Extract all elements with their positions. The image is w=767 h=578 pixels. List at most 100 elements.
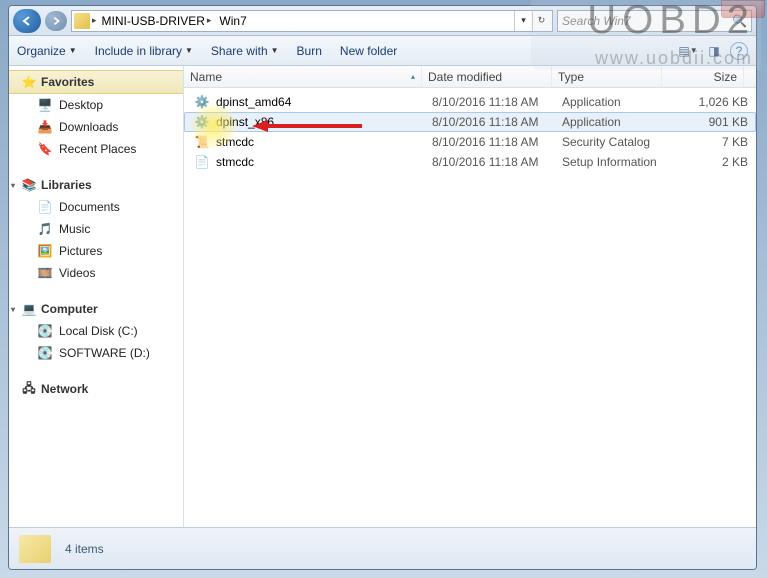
nav-recent-places[interactable]: 🔖 Recent Places: [9, 138, 183, 160]
nav-label: Computer: [41, 302, 98, 316]
column-name[interactable]: Name ▴: [184, 66, 422, 87]
file-row[interactable]: ⚙️ dpinst_x868/10/2016 11:18 AMApplicatio…: [184, 112, 756, 132]
organize-menu[interactable]: Organize ▼: [17, 44, 77, 58]
file-type: Application: [562, 115, 672, 129]
command-toolbar: Organize ▼ Include in library ▼ Share wi…: [9, 36, 756, 66]
help-button[interactable]: ?: [730, 42, 748, 60]
status-bar: 4 items: [9, 527, 756, 569]
breadcrumb-seg[interactable]: Win7: [216, 14, 249, 28]
burn-button[interactable]: Burn: [297, 44, 322, 58]
chevron-down-icon: ▼: [185, 46, 193, 55]
favorites-header[interactable]: ⭐ Favorites: [9, 70, 183, 94]
nav-desktop[interactable]: 🖥️Desktop: [9, 94, 183, 116]
file-name: dpinst_x86: [216, 115, 432, 129]
file-size: 7 KB: [672, 135, 748, 149]
file-row[interactable]: 📜stmcdc8/10/2016 11:18 AMSecurity Catalo…: [184, 132, 756, 152]
refresh-button[interactable]: ↻: [532, 11, 550, 31]
back-button[interactable]: [13, 9, 41, 33]
nav-downloads[interactable]: 📥 Downloads: [9, 116, 183, 138]
file-size: 901 KB: [672, 115, 748, 129]
nav-label: Downloads: [59, 120, 118, 134]
arrow-left-icon: [21, 15, 33, 27]
title-bar: ▸ MINI-USB-DRIVER ▸ Win7 ▾ ↻ Search Win7…: [9, 6, 756, 36]
chevron-down-icon: ▼: [271, 46, 279, 55]
window-close-button[interactable]: [721, 0, 765, 18]
file-list[interactable]: ⚙️dpinst_amd648/10/2016 11:18 AMApplicat…: [184, 88, 756, 527]
folder-icon: [19, 535, 51, 563]
column-date[interactable]: Date modified: [422, 66, 552, 87]
column-label: Type: [558, 70, 584, 84]
nav-label: Documents: [59, 200, 120, 214]
computer-header[interactable]: ▾💻Computer: [9, 298, 183, 320]
folder-icon: [74, 13, 90, 29]
include-library-menu[interactable]: Include in library ▼: [95, 44, 193, 58]
file-icon: ⚙️: [194, 94, 210, 110]
nav-local-disk-c[interactable]: 💽 Local Disk (C:): [9, 320, 183, 342]
file-icon: ⚙️: [194, 114, 210, 130]
toolbar-label: New folder: [340, 44, 397, 58]
breadcrumb-label: Win7: [219, 14, 246, 28]
nav-software-d[interactable]: 💽SOFTWARE (D:): [9, 342, 183, 364]
nav-label: Favorites: [41, 75, 94, 89]
nav-label: Local Disk (C:): [59, 324, 138, 338]
column-size[interactable]: Size: [662, 66, 744, 87]
nav-label: Recent Places: [59, 142, 136, 156]
column-label: Size: [714, 70, 737, 84]
file-type: Security Catalog: [562, 135, 672, 149]
nav-documents[interactable]: 📄Documents: [9, 196, 183, 218]
sort-ascending-icon: ▴: [411, 72, 415, 81]
share-with-menu[interactable]: Share with ▼: [211, 44, 279, 58]
nav-pictures[interactable]: 🖼️Pictures: [9, 240, 183, 262]
column-label: Date modified: [428, 70, 502, 84]
column-type[interactable]: Type: [552, 66, 662, 87]
forward-button[interactable]: [45, 11, 67, 31]
file-date: 8/10/2016 11:18 AM: [432, 95, 562, 109]
column-label: Name: [190, 70, 222, 84]
view-options-button[interactable]: ▤ ▼: [678, 41, 698, 61]
file-size: 1,026 KB: [672, 95, 748, 109]
toolbar-label: Include in library: [95, 44, 182, 58]
chevron-down-icon: ▼: [69, 46, 77, 55]
new-folder-button[interactable]: New folder: [340, 44, 397, 58]
file-size: 2 KB: [672, 155, 748, 169]
toolbar-label: Organize: [17, 44, 66, 58]
explorer-window: ▸ MINI-USB-DRIVER ▸ Win7 ▾ ↻ Search Win7…: [8, 5, 757, 570]
search-placeholder: Search Win7: [562, 14, 631, 28]
nav-videos[interactable]: 🎞️Videos: [9, 262, 183, 284]
network-header[interactable]: 🖧Network: [9, 378, 183, 400]
libraries-header[interactable]: ▾📚Libraries: [9, 174, 183, 196]
nav-label: Network: [41, 382, 88, 396]
toolbar-label: Share with: [211, 44, 268, 58]
file-type: Setup Information: [562, 155, 672, 169]
file-name: dpinst_amd64: [216, 95, 432, 109]
nav-label: Music: [59, 222, 90, 236]
drive-icon: 💽: [37, 323, 53, 339]
chevron-right-icon: ▸: [92, 15, 97, 26]
column-headers: Name ▴ Date modified Type Size: [184, 66, 756, 88]
address-bar[interactable]: ▸ MINI-USB-DRIVER ▸ Win7 ▾ ↻: [71, 10, 553, 32]
downloads-icon: 📥: [37, 119, 53, 135]
nav-music[interactable]: 🎵Music: [9, 218, 183, 240]
file-date: 8/10/2016 11:18 AM: [432, 155, 562, 169]
file-date: 8/10/2016 11:18 AM: [432, 115, 562, 129]
address-controls: ▾ ↻: [514, 11, 550, 31]
navigation-pane[interactable]: ⭐ Favorites 🖥️Desktop 📥 Downloads 🔖 Recent …: [9, 66, 184, 527]
breadcrumb-seg[interactable]: MINI-USB-DRIVER ▸: [99, 14, 215, 28]
body-area: ⭐ Favorites 🖥️Desktop 📥 Downloads 🔖 Recent …: [9, 66, 756, 527]
recent-icon: 🔖: [37, 141, 53, 157]
nav-label: Pictures: [59, 244, 102, 258]
libraries-icon: 📚: [21, 177, 37, 193]
file-row[interactable]: 📄stmcdc8/10/2016 11:18 AMSetup Informati…: [184, 152, 756, 172]
toolbar-label: Burn: [297, 44, 322, 58]
star-icon: ⭐: [21, 74, 37, 90]
breadcrumb-label: MINI-USB-DRIVER: [102, 14, 205, 28]
file-date: 8/10/2016 11:18 AM: [432, 135, 562, 149]
file-name: stmcdc: [216, 135, 432, 149]
history-dropdown[interactable]: ▾: [514, 11, 532, 31]
file-row[interactable]: ⚙️dpinst_amd648/10/2016 11:18 AMApplicat…: [184, 92, 756, 112]
file-icon: 📄: [194, 154, 210, 170]
preview-pane-button[interactable]: ◨: [704, 41, 724, 61]
drive-icon: 💽: [37, 345, 53, 361]
videos-icon: 🎞️: [37, 265, 53, 281]
nav-label: Desktop: [59, 98, 103, 112]
